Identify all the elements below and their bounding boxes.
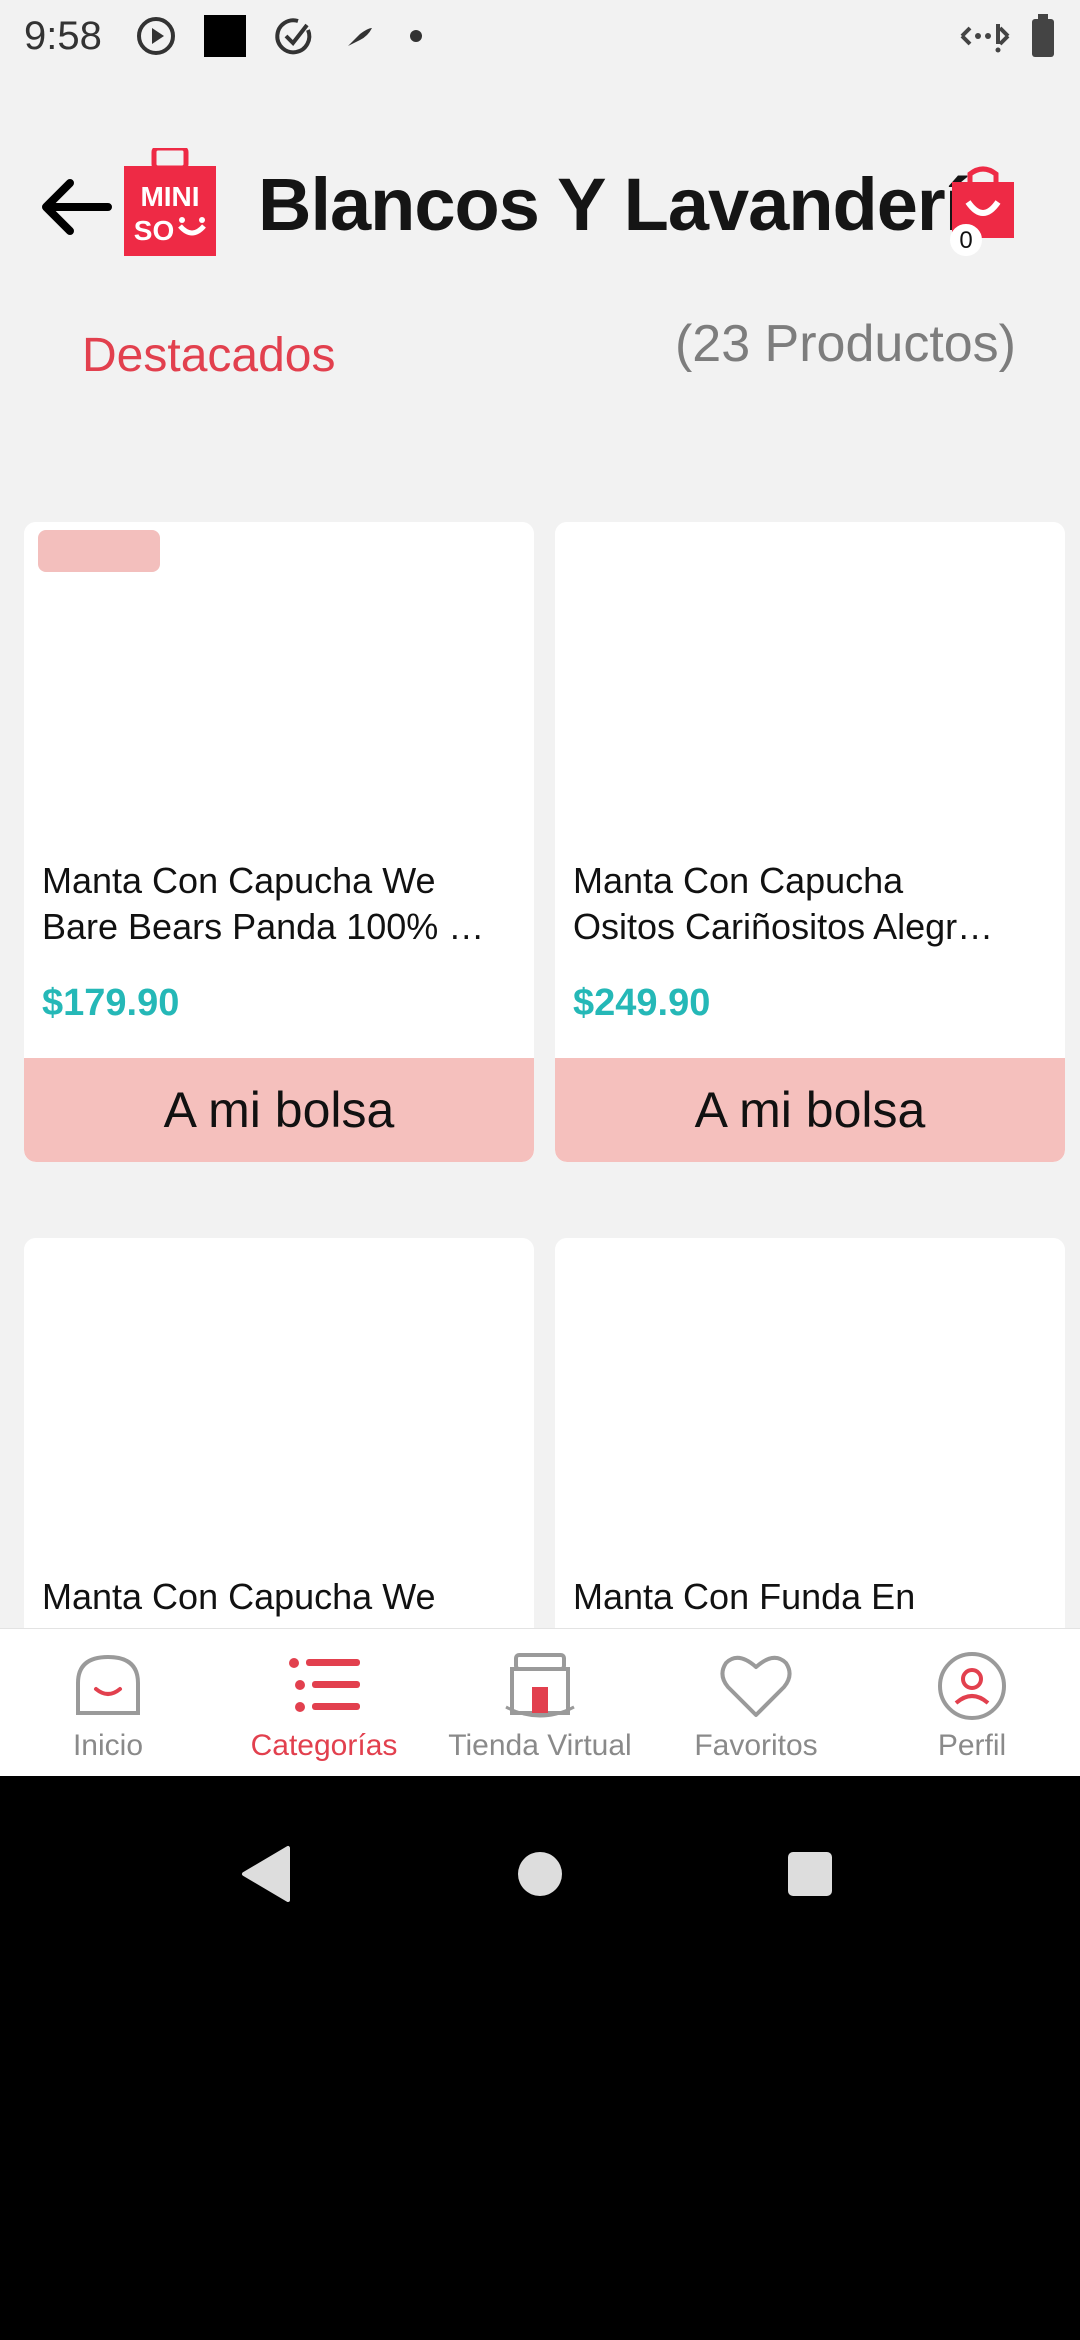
product-image[interactable] xyxy=(555,1238,1065,1558)
back-arrow-icon[interactable] xyxy=(36,172,116,242)
nav-item-tienda-virtual[interactable]: Tienda Virtual xyxy=(432,1629,648,1776)
sort-dropdown[interactable]: Destacados xyxy=(82,328,335,383)
home-icon xyxy=(76,1654,140,1715)
miniso-logo: MINI SO xyxy=(124,148,216,256)
feather-icon xyxy=(347,28,372,46)
home-circle-icon[interactable] xyxy=(518,1852,562,1896)
heart-icon xyxy=(720,1655,792,1717)
nav-item-perfil[interactable]: Perfil xyxy=(864,1629,1080,1776)
nav-label: Categorías xyxy=(250,1729,398,1762)
status-bar: 9:58 xyxy=(0,0,1080,72)
product-card[interactable]: Manta Con Capucha We Bare Bears Panda 10… xyxy=(24,522,534,1162)
promo-tag xyxy=(38,530,160,572)
page-title: Blancos Y Lavandería xyxy=(258,163,978,246)
play-circle-icon xyxy=(136,17,175,55)
nav-item-favoritos[interactable]: Favoritos xyxy=(648,1629,864,1776)
categories-icon xyxy=(289,1658,360,1712)
product-image[interactable] xyxy=(555,522,1065,842)
recents-square-icon[interactable] xyxy=(788,1852,832,1896)
product-card[interactable]: Manta Con Capucha Ositos Cariñositos Ale… xyxy=(555,522,1065,1162)
store-icon xyxy=(505,1653,575,1718)
square-app-icon xyxy=(203,15,246,57)
system-nav-buttons xyxy=(242,1846,832,1902)
product-price: $249.90 xyxy=(573,982,711,1024)
nav-label: Tienda Virtual xyxy=(448,1729,632,1762)
product-count: (23 Productos) xyxy=(674,315,1016,373)
back-triangle-icon[interactable] xyxy=(242,1846,290,1902)
dot-icon xyxy=(409,30,422,42)
nav-item-inicio[interactable]: Inicio xyxy=(0,1629,216,1776)
product-name[interactable]: Manta Con Capucha Ositos Cariñositos Ale… xyxy=(573,858,1043,950)
nav-item-categorias[interactable]: Categorías xyxy=(216,1629,432,1776)
product-name[interactable]: Manta Con Funda En xyxy=(573,1574,1043,1620)
profile-icon xyxy=(938,1652,1006,1720)
status-system-icons xyxy=(958,14,1056,58)
product-name[interactable]: Manta Con Capucha We Bare Bears Panda 10… xyxy=(42,858,512,950)
nav-label: Perfil xyxy=(937,1729,1007,1762)
product-price: $179.90 xyxy=(42,982,180,1024)
product-name[interactable]: Manta Con Capucha We xyxy=(42,1574,512,1620)
data-transfer-icon xyxy=(960,24,1010,53)
svg-text:MINI: MINI xyxy=(140,181,199,212)
status-time: 9:58 xyxy=(24,13,102,58)
add-to-bag-button[interactable]: A mi bolsa xyxy=(555,1058,1065,1162)
status-notification-icons xyxy=(136,13,426,59)
system-navigation-bar xyxy=(0,1776,1080,2340)
nav-label: Favoritos xyxy=(694,1729,818,1762)
battery-icon xyxy=(1032,14,1054,57)
product-image[interactable] xyxy=(24,1238,534,1558)
cart-count-badge: 0 xyxy=(950,224,982,256)
nav-label: Inicio xyxy=(72,1729,144,1762)
check-circle-icon xyxy=(275,18,312,55)
app-header: MINI SO Blancos Y Lavandería 0 xyxy=(0,140,1080,270)
svg-text:SO: SO xyxy=(134,215,174,246)
add-to-bag-button[interactable]: A mi bolsa xyxy=(24,1058,534,1162)
bottom-navigation: Inicio Categorías Tienda Virtual Favorit… xyxy=(0,1628,1080,1776)
